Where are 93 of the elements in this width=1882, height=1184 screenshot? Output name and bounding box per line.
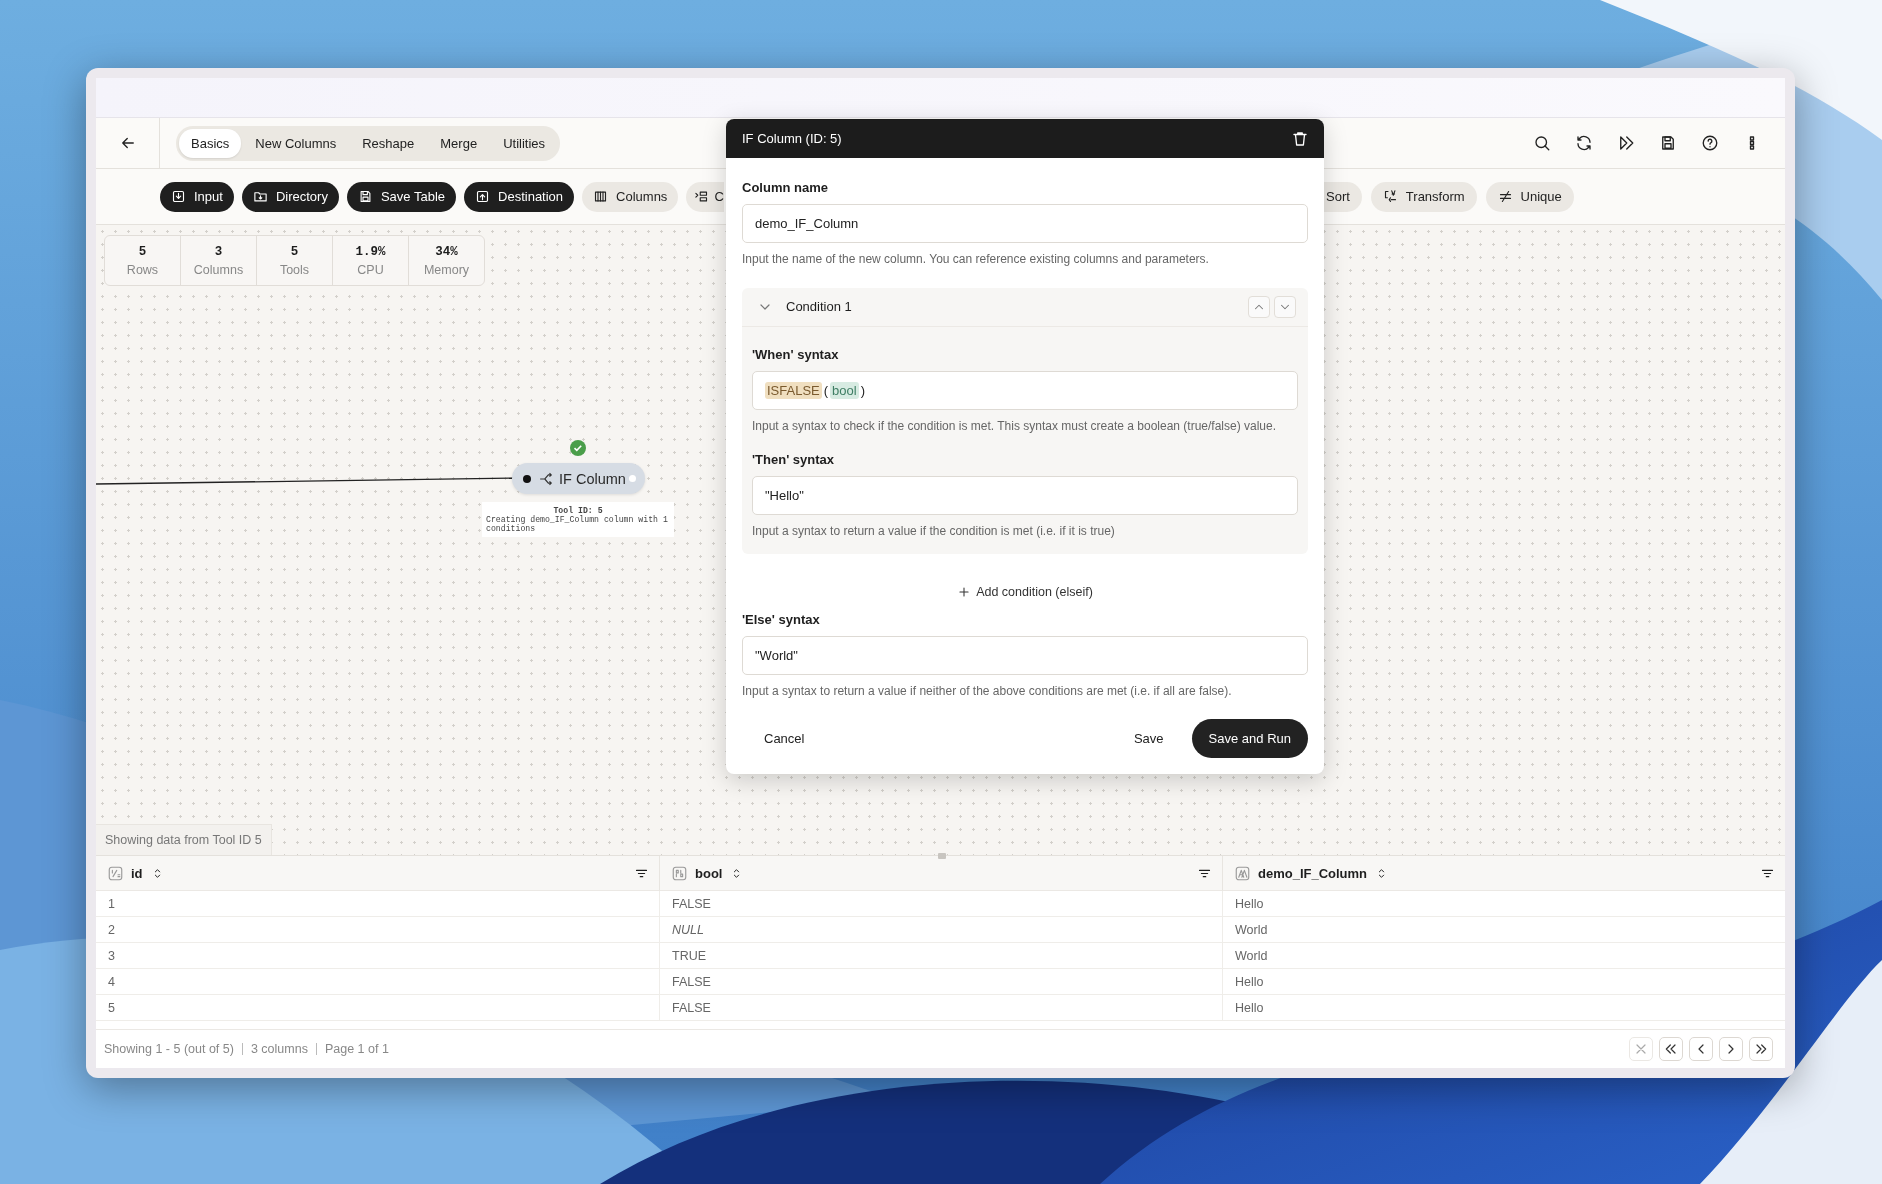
summary-text: 3 columns — [241, 1043, 316, 1055]
delete-button[interactable] — [1291, 129, 1309, 148]
run-all-icon — [1617, 134, 1635, 152]
help-text: Input the name of the new column. You can reference existing columns and parameters. — [742, 252, 1210, 268]
help-icon — [1701, 134, 1719, 152]
branch-icon — [539, 471, 553, 486]
stat-value: 5 — [290, 245, 299, 259]
refresh-icon — [1575, 134, 1593, 152]
table-cell: Hello — [1222, 891, 1785, 917]
table-cell: World — [1222, 943, 1785, 969]
table-cell: World — [1222, 917, 1785, 943]
stat-value: 1.9% — [355, 245, 386, 259]
tool-button[interactable]: Columns — [582, 181, 679, 212]
import-icon — [171, 189, 186, 204]
not-equal-icon — [1497, 189, 1513, 204]
category-tab[interactable]: New Columns — [243, 128, 349, 158]
input-field[interactable]: "World" — [742, 635, 1308, 675]
input-field[interactable]: "Hello" — [752, 476, 1298, 516]
column-header[interactable]: demo_IF_Column — [1222, 856, 1785, 891]
category-tab[interactable]: Merge — [428, 128, 490, 158]
table-cell: Hello — [1222, 969, 1785, 995]
category-tab[interactable]: Basics — [179, 128, 242, 158]
stat-label: Tools — [279, 263, 310, 277]
tool-node[interactable]: IF Column — [512, 463, 645, 494]
node-description: Creating demo_IF_Column column with 1 conditions — [486, 515, 669, 533]
resize-handle[interactable] — [938, 853, 946, 859]
tool-button[interactable]: Save Table — [346, 181, 457, 212]
field-label: 'When' syntax — [752, 346, 840, 362]
tool-button[interactable]: Directory — [241, 181, 339, 212]
plus-icon — [957, 584, 972, 599]
tool-button[interactable]: Sort — [1324, 181, 1362, 212]
table-cell: FALSE — [659, 891, 1222, 917]
column-name: demo_IF_Column — [1258, 865, 1368, 881]
list-icon — [694, 189, 710, 204]
table-cell: 4 — [96, 969, 659, 995]
help-text: Input a syntax to return a value if the condition is met (i.e. if it is true) — [752, 524, 1116, 540]
input-field[interactable]: demo_IF_Column — [742, 204, 1308, 243]
stat-label: CPU — [357, 263, 384, 277]
field-label: Column name — [742, 180, 829, 195]
columns-icon — [593, 189, 609, 204]
node-title: IF Column — [559, 470, 626, 487]
text-button[interactable]: Cancel — [742, 719, 827, 759]
table-cell: 5 — [96, 995, 659, 1021]
tool-button[interactable]: C — [686, 181, 724, 212]
node-id: Tool ID: 5 — [552, 506, 604, 515]
stat-value: 3 — [214, 245, 223, 259]
save-icon — [357, 189, 373, 204]
save-icon — [1659, 134, 1677, 152]
tool-button[interactable]: Unique — [1485, 181, 1574, 212]
add-condition-button[interactable]: Add condition (elseif) — [951, 583, 1099, 600]
condition-title: Condition 1 — [786, 299, 853, 315]
stat-label: Memory — [423, 263, 470, 277]
category-tab[interactable]: Reshape — [350, 128, 427, 158]
table-cell: FALSE — [659, 995, 1222, 1021]
help-text: Input a syntax to return a value if neither of the above conditions are met (i.e. if all are false). — [742, 683, 1233, 700]
stat-value: 34% — [435, 245, 458, 259]
stat-label: Rows — [126, 263, 159, 277]
table-cell: 2 — [96, 917, 659, 943]
table-cell: NULL — [659, 917, 1222, 943]
last-page-button[interactable] — [1749, 1037, 1773, 1061]
stat-value: 5 — [138, 245, 147, 259]
first-page-button[interactable] — [1659, 1037, 1683, 1061]
dialog-title: IF Column (ID: 5) — [742, 131, 842, 146]
field-label: 'Else' syntax — [742, 611, 821, 627]
column-name: bool — [695, 865, 723, 881]
primary-button[interactable]: Save and Run — [1191, 719, 1308, 759]
table-cell: 1 — [96, 891, 659, 917]
tool-button[interactable]: Destination — [464, 181, 575, 212]
search-icon — [1533, 134, 1551, 152]
field-label: 'Then' syntax — [752, 452, 836, 468]
export-icon — [475, 189, 491, 204]
trash-icon — [1291, 129, 1309, 148]
tool-button[interactable]: Transform — [1370, 181, 1477, 212]
summary-text: Showing 1 - 5 (out of 5) — [104, 1043, 235, 1055]
table-cell: 3 — [96, 943, 659, 969]
column-header[interactable]: id — [96, 856, 659, 891]
column-header[interactable]: bool — [659, 856, 1222, 891]
table-cell: FALSE — [659, 969, 1222, 995]
type-icon — [108, 865, 123, 881]
stat-label: Columns — [193, 263, 244, 277]
category-tab[interactable]: Utilities — [491, 128, 558, 158]
input-field[interactable]: ISFALSE ( bool ) — [752, 370, 1298, 410]
table-cell: TRUE — [659, 943, 1222, 969]
data-source-label: Showing data from Tool ID 5 — [96, 824, 272, 855]
table-cell: Hello — [1222, 995, 1785, 1021]
tool-button[interactable]: Input — [160, 181, 234, 212]
type-icon — [1235, 865, 1250, 881]
column-name: id — [131, 865, 143, 881]
summary-text: Page 1 of 1 — [315, 1043, 397, 1055]
type-icon — [672, 865, 687, 881]
help-text: Input a syntax to check if the condition is met. This syntax must create a boolean (true/false) value. — [752, 418, 1278, 435]
text-button[interactable]: Save — [1111, 719, 1186, 759]
folder-icon — [252, 189, 268, 204]
